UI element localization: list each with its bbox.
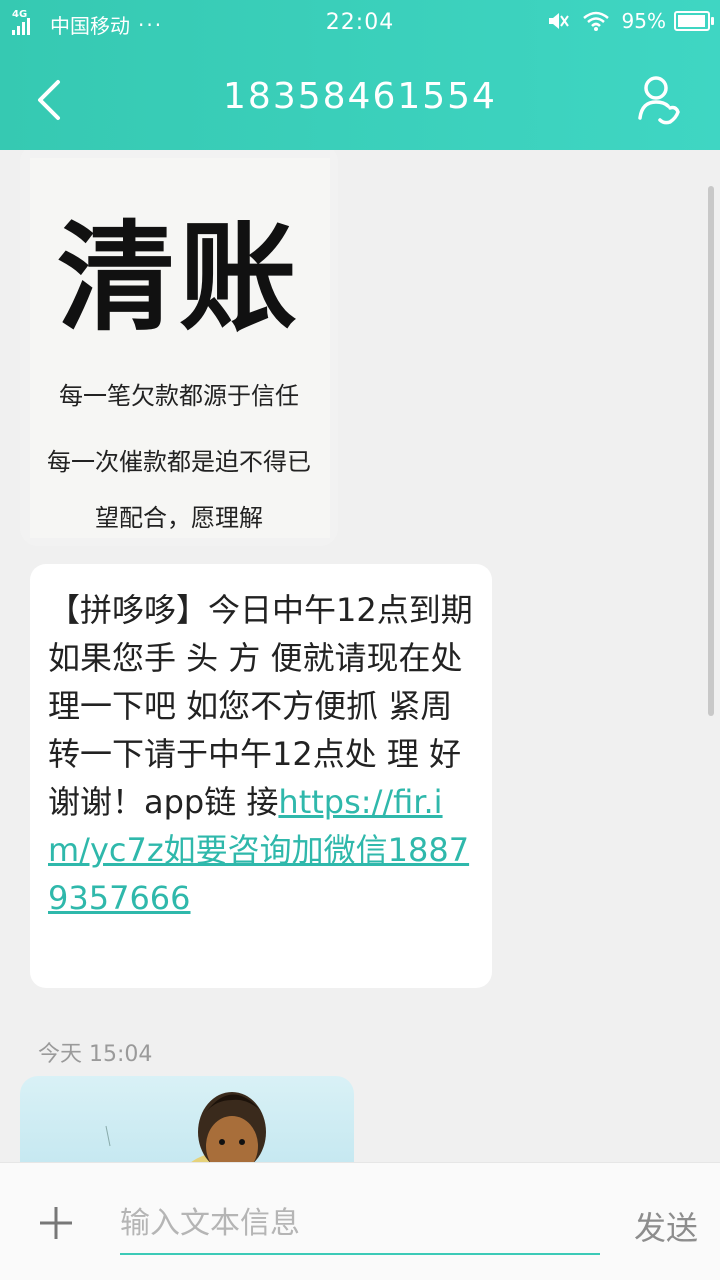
wifi-icon — [582, 10, 610, 32]
battery-percent: 95% — [621, 9, 666, 33]
contact-button[interactable] — [636, 72, 686, 126]
cartoon-image — [105, 1092, 266, 1162]
image-title-text: 清账 — [56, 208, 301, 347]
image-caption-line-3: 望配合，愿理解 — [95, 504, 263, 532]
plus-icon — [40, 1207, 72, 1239]
page-title: 18358461554 — [223, 76, 497, 117]
image-message[interactable]: 清账 每一笔欠款都源于信任 每一次催款都是迫不得已 望配合，愿理解 — [20, 150, 338, 546]
message-timestamp: 今天 15:04 — [38, 1042, 153, 1067]
composer-bar: 发送 — [0, 1162, 720, 1280]
scrollbar[interactable] — [708, 186, 714, 716]
message-text: 【拼哆哆】今日中午12点到期如果您手 头 方 便就请现在处 理一下吧 如您不方便… — [48, 586, 478, 922]
status-right: 95% — [546, 9, 714, 33]
battery-icon — [674, 11, 714, 31]
add-attachment-button[interactable] — [36, 1203, 76, 1243]
header: 4G 中国移动 ··· 22:04 95% 18358461554 — [0, 0, 720, 150]
sms-conversation-screen: 4G 中国移动 ··· 22:04 95% 18358461554 清账 每一笔… — [0, 0, 720, 1280]
contact-call-icon — [638, 76, 680, 125]
send-button[interactable]: 发送 — [634, 1203, 698, 1249]
text-message[interactable]: 【拼哆哆】今日中午12点到期如果您手 头 方 便就请现在处 理一下吧 如您不方便… — [30, 564, 492, 988]
navigation-bar: 18358461554 — [0, 50, 720, 150]
image-message-cartoon[interactable] — [20, 1076, 354, 1162]
message-input[interactable] — [120, 1197, 600, 1255]
image-caption-line-1: 每一笔欠款都源于信任 — [59, 382, 299, 410]
mute-icon — [546, 10, 570, 32]
image-caption-line-2: 每一次催款都是迫不得已 — [47, 448, 311, 476]
battery-fill — [678, 15, 705, 27]
message-list[interactable]: 清账 每一笔欠款都源于信任 每一次催款都是迫不得已 望配合，愿理解 【拼哆哆】今… — [0, 150, 720, 1162]
status-bar: 4G 中国移动 ··· 22:04 95% — [0, 0, 720, 50]
